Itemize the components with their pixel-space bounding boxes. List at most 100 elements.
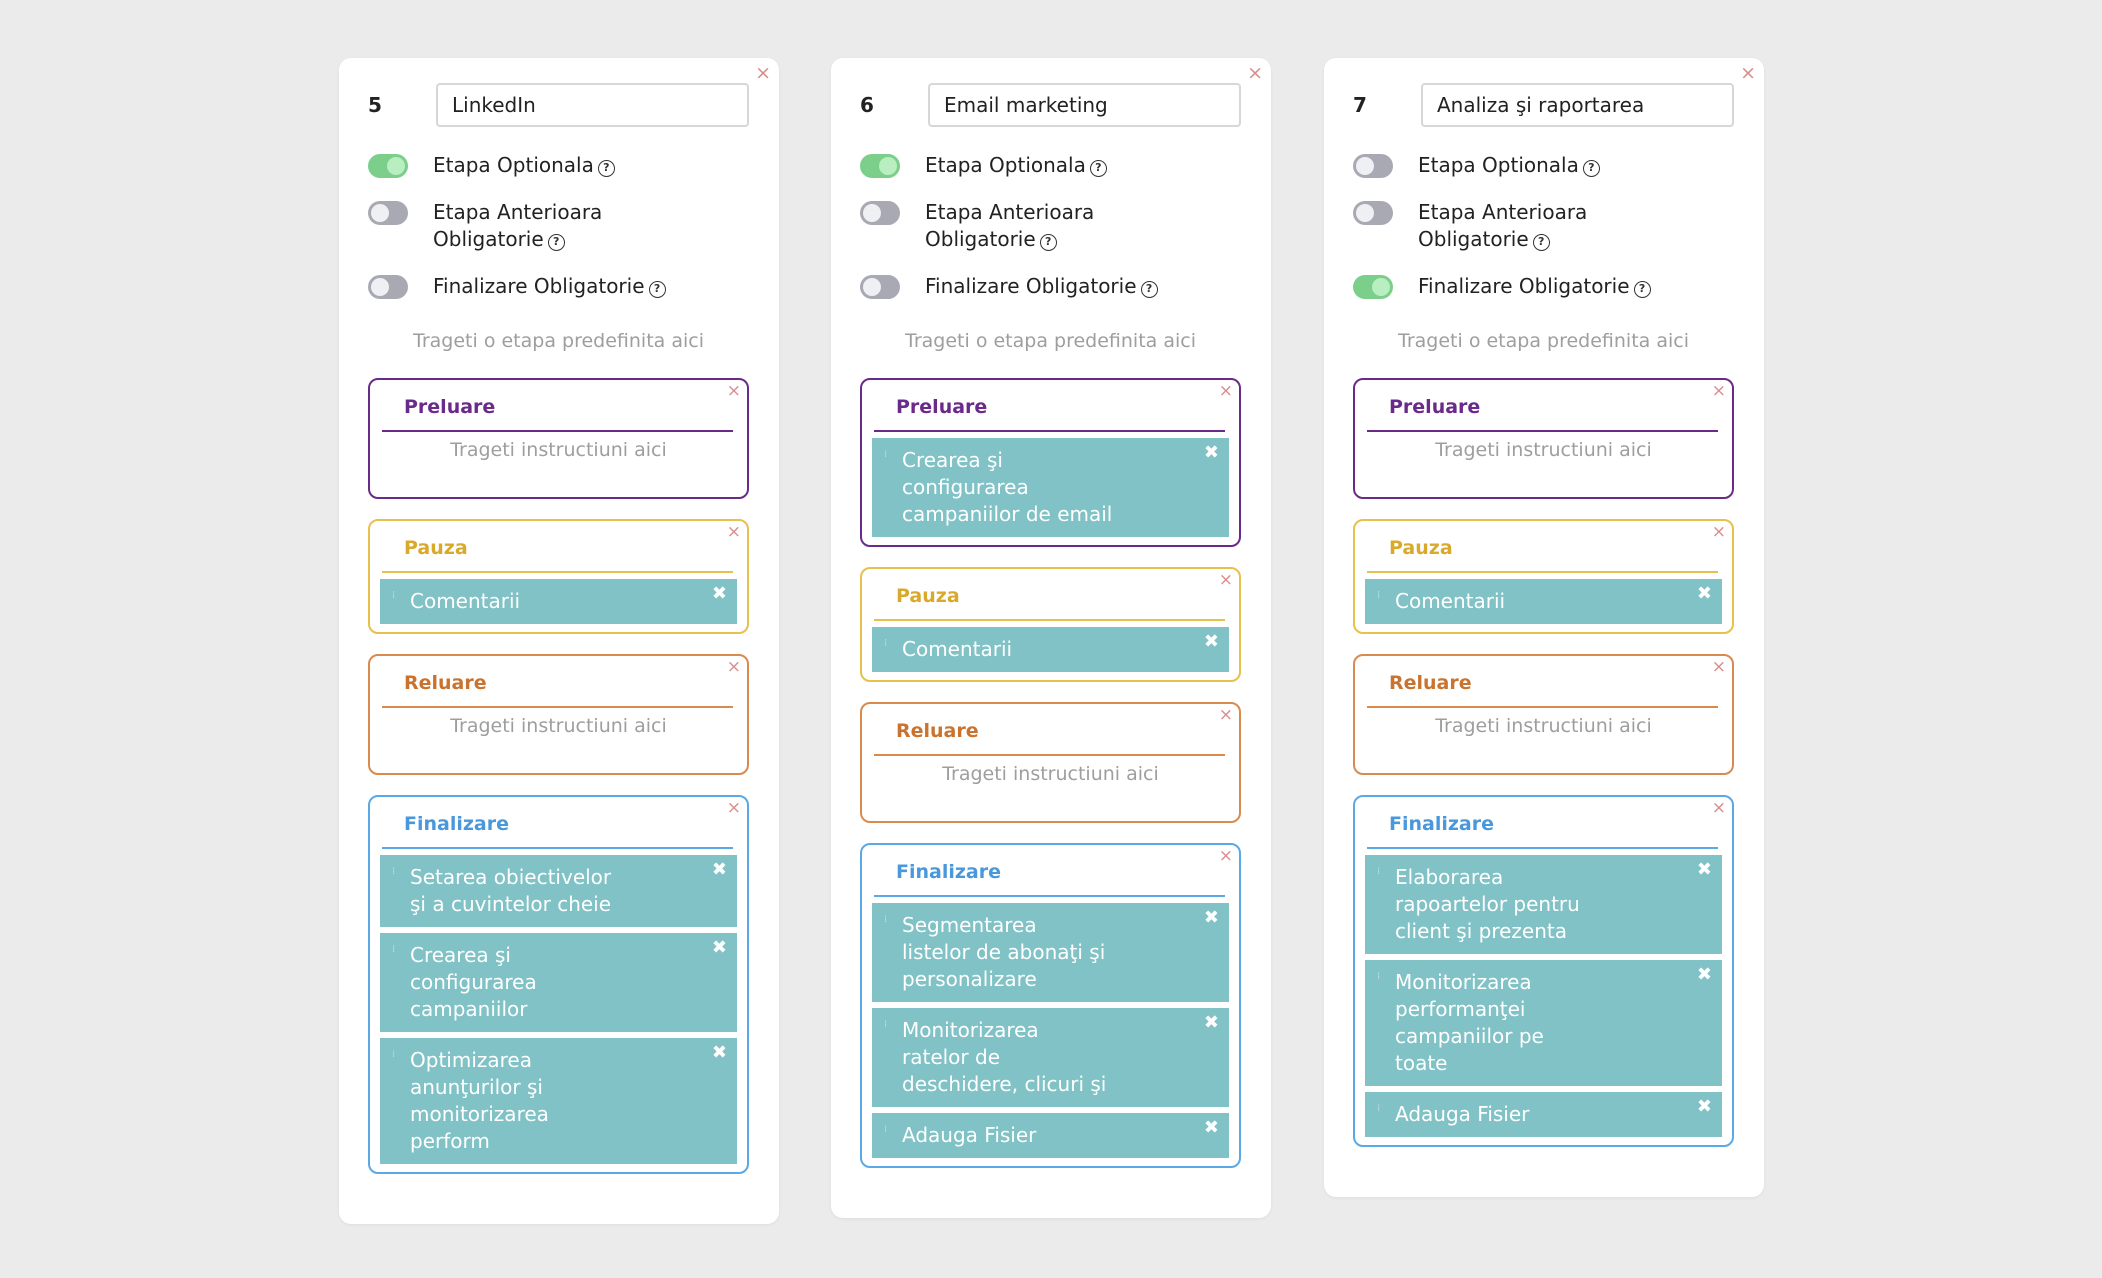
drag-handle-icon[interactable]: ⁞ <box>1377 972 1382 982</box>
help-icon[interactable]: ? <box>1039 234 1057 251</box>
remove-instruction-icon[interactable]: ✖ <box>712 1044 727 1062</box>
remove-section-icon[interactable]: × <box>1219 848 1233 865</box>
remove-section-icon[interactable]: × <box>727 800 741 817</box>
remove-instruction-icon[interactable]: ✖ <box>1204 1119 1219 1137</box>
toggle-label: Finalizare Obligatorie? <box>925 273 1158 300</box>
remove-section-icon[interactable]: × <box>1219 383 1233 400</box>
help-icon[interactable]: ? <box>547 234 565 251</box>
help-icon[interactable]: ? <box>648 281 666 298</box>
drag-handle-icon[interactable]: ⁞ <box>884 639 889 649</box>
drag-handle-icon[interactable]: ⁞ <box>1377 1104 1382 1114</box>
instruction-item[interactable]: ⁞ Segmentarea listelor de abonaţi şi pers… <box>872 903 1229 1002</box>
toggle-switch[interactable] <box>368 275 408 299</box>
instructions-dropzone[interactable]: Trageti instructiuni aici <box>1365 432 1722 491</box>
remove-instruction-icon[interactable]: ✖ <box>1204 909 1219 927</box>
remove-instruction-icon[interactable]: ✖ <box>1204 633 1219 651</box>
remove-section-icon[interactable]: × <box>1712 524 1726 541</box>
drag-handle-icon[interactable]: ⁞ <box>884 1020 889 1030</box>
remove-section-icon[interactable]: × <box>1219 572 1233 589</box>
section-title: Finalizare <box>382 797 733 849</box>
instruction-item[interactable]: ⁞ Optimizarea anunţurilor şi monitorizare… <box>380 1038 737 1164</box>
instructions-dropzone[interactable]: Trageti instructiuni aici <box>872 756 1229 815</box>
remove-stage-icon[interactable]: × <box>755 64 771 83</box>
toggle-label-text: Etapa Anterioara Obligatorie <box>925 200 1095 251</box>
drag-handle-icon[interactable]: ⁞ <box>392 867 397 877</box>
instruction-item[interactable]: ⁞ Comentarii ✖ <box>1365 579 1722 624</box>
remove-instruction-icon[interactable]: ✖ <box>712 939 727 957</box>
toggle-knob <box>1372 278 1390 296</box>
help-icon[interactable]: ? <box>1532 234 1550 251</box>
help-icon[interactable]: ? <box>1140 281 1158 298</box>
toggle-switch[interactable] <box>368 154 408 178</box>
predefined-stage-dropzone[interactable]: Trageti o etapa predefinita aici <box>860 330 1241 352</box>
remove-section-icon[interactable]: × <box>1712 800 1726 817</box>
help-icon[interactable]: ? <box>1089 160 1107 177</box>
instruction-item[interactable]: ⁞ Crearea şi configurarea campaniilor ✖ <box>380 933 737 1032</box>
remove-section-icon[interactable]: × <box>727 659 741 676</box>
stage-name-input[interactable] <box>928 83 1241 127</box>
section-bottom-spacer <box>1365 624 1722 626</box>
instructions-dropzone[interactable]: Trageti instructiuni aici <box>380 708 737 767</box>
drag-handle-icon[interactable]: ⁞ <box>392 1050 397 1060</box>
section-title: Preluare <box>874 380 1225 432</box>
remove-instruction-icon[interactable]: ✖ <box>1204 1014 1219 1032</box>
toggle-switch[interactable] <box>860 201 900 225</box>
instructions-dropzone[interactable]: Trageti instructiuni aici <box>380 432 737 491</box>
toggle-switch[interactable] <box>860 154 900 178</box>
remove-section-icon[interactable]: × <box>1712 659 1726 676</box>
drag-handle-icon[interactable]: ⁞ <box>884 450 889 460</box>
stage-header: 5 <box>368 82 749 128</box>
remove-section-icon[interactable]: × <box>1712 383 1726 400</box>
drag-handle-icon[interactable]: ⁞ <box>884 915 889 925</box>
help-icon[interactable]: ? <box>597 160 615 177</box>
toggle-switch[interactable] <box>860 275 900 299</box>
instruction-item[interactable]: ⁞ Comentarii ✖ <box>380 579 737 624</box>
stage-name-input[interactable] <box>436 83 749 127</box>
predefined-stage-dropzone[interactable]: Trageti o etapa predefinita aici <box>1353 330 1734 352</box>
remove-instruction-icon[interactable]: ✖ <box>1204 444 1219 462</box>
drag-handle-icon[interactable]: ⁞ <box>1377 867 1382 877</box>
toggle-switch[interactable] <box>1353 201 1393 225</box>
instruction-item[interactable]: ⁞ Adauga Fisier ✖ <box>872 1113 1229 1158</box>
instruction-item[interactable]: ⁞ Monitorizarea ratelor de deschidere, cl… <box>872 1008 1229 1107</box>
toggle-row: Etapa Optionala? <box>1353 152 1734 179</box>
toggle-switch[interactable] <box>368 201 408 225</box>
toggle-label-text: Etapa Optionala <box>925 153 1086 177</box>
instruction-item[interactable]: ⁞ Comentarii ✖ <box>872 627 1229 672</box>
remove-instruction-icon[interactable]: ✖ <box>712 585 727 603</box>
instruction-item[interactable]: ⁞ Elaborarea rapoartelor pentru client şi… <box>1365 855 1722 954</box>
toggle-label: Finalizare Obligatorie? <box>433 273 666 300</box>
help-icon[interactable]: ? <box>1582 160 1600 177</box>
remove-stage-icon[interactable]: × <box>1247 64 1263 83</box>
remove-instruction-icon[interactable]: ✖ <box>1697 861 1712 879</box>
remove-section-icon[interactable]: × <box>727 524 741 541</box>
drag-handle-icon[interactable]: ⁞ <box>1377 591 1382 601</box>
toggle-label-text: Etapa Anterioara Obligatorie <box>1418 200 1588 251</box>
toggle-knob <box>371 204 389 222</box>
toggle-label: Finalizare Obligatorie? <box>1418 273 1651 300</box>
stage-name-input[interactable] <box>1421 83 1734 127</box>
remove-section-icon[interactable]: × <box>727 383 741 400</box>
instruction-item[interactable]: ⁞ Monitorizarea performanţei campaniilor … <box>1365 960 1722 1086</box>
stage-number: 6 <box>860 93 874 117</box>
remove-instruction-icon[interactable]: ✖ <box>712 861 727 879</box>
toggle-row: Etapa Optionala? <box>860 152 1241 179</box>
predefined-stage-dropzone[interactable]: Trageti o etapa predefinita aici <box>368 330 749 352</box>
remove-stage-icon[interactable]: × <box>1740 64 1756 83</box>
toggle-switch[interactable] <box>1353 154 1393 178</box>
toggle-label-text: Finalizare Obligatorie <box>925 274 1137 298</box>
remove-section-icon[interactable]: × <box>1219 707 1233 724</box>
instruction-item[interactable]: ⁞ Adauga Fisier ✖ <box>1365 1092 1722 1137</box>
instructions-dropzone[interactable]: Trageti instructiuni aici <box>1365 708 1722 767</box>
drag-handle-icon[interactable]: ⁞ <box>884 1125 889 1135</box>
help-icon[interactable]: ? <box>1633 281 1651 298</box>
remove-instruction-icon[interactable]: ✖ <box>1697 585 1712 603</box>
toggle-switch[interactable] <box>1353 275 1393 299</box>
instruction-item[interactable]: ⁞ Crearea şi configurarea campaniilor de … <box>872 438 1229 537</box>
stage-number: 7 <box>1353 93 1367 117</box>
instruction-item[interactable]: ⁞ Setarea obiectivelor şi a cuvintelor ch… <box>380 855 737 927</box>
drag-handle-icon[interactable]: ⁞ <box>392 591 397 601</box>
drag-handle-icon[interactable]: ⁞ <box>392 945 397 955</box>
remove-instruction-icon[interactable]: ✖ <box>1697 1098 1712 1116</box>
remove-instruction-icon[interactable]: ✖ <box>1697 966 1712 984</box>
